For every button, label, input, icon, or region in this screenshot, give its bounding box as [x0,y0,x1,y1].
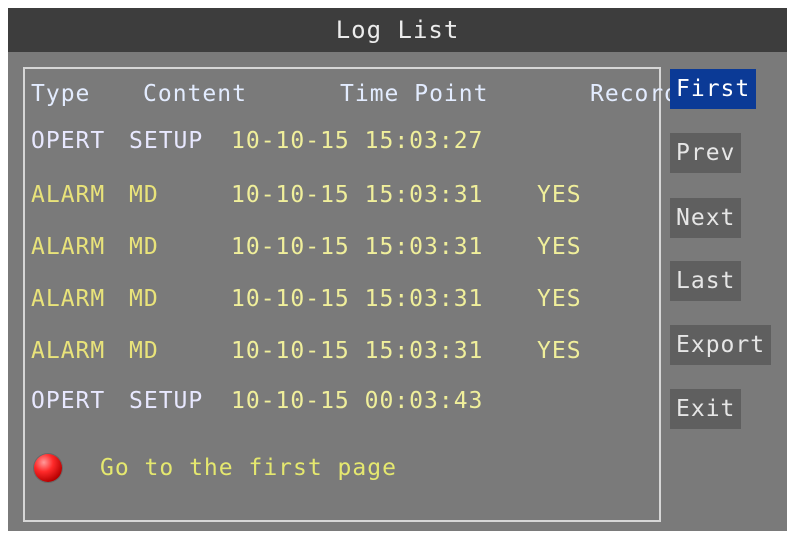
row-type: ALARM [31,338,106,364]
row-content: SETUP [129,388,204,414]
header-type: Type [31,81,91,107]
row-content: MD [129,286,159,312]
row-record: YES [537,234,582,260]
row-type: OPERT [31,388,106,414]
row-type: ALARM [31,182,106,208]
header-content: Content [143,81,247,107]
row-content: MD [129,182,159,208]
row-time: 10-10-15 15:03:27 [231,128,484,154]
prev-button[interactable]: Prev [670,133,742,173]
row-record: YES [537,338,582,364]
next-button[interactable]: Next [670,198,742,238]
row-content: MD [129,338,159,364]
row-record: YES [537,286,582,312]
row-record: YES [537,182,582,208]
first-button[interactable]: First [670,69,757,109]
row-content: SETUP [129,128,204,154]
row-type: ALARM [31,286,106,312]
header-record: Record [590,81,680,107]
row-time: 10-10-15 15:03:31 [231,182,484,208]
red-dot-icon [34,454,62,482]
row-time: 10-10-15 15:03:31 [231,286,484,312]
window-title: Log List [8,8,787,52]
export-button[interactable]: Export [670,325,772,365]
row-time: 10-10-15 15:03:31 [231,234,484,260]
row-type: ALARM [31,234,106,260]
last-button[interactable]: Last [670,261,742,301]
status-text: Go to the first page [100,455,397,481]
exit-button[interactable]: Exit [670,389,742,429]
row-time: 10-10-15 00:03:43 [231,388,484,414]
row-type: OPERT [31,128,106,154]
log-list-screen: Log List Type Content Time Point Record … [8,8,787,531]
row-time: 10-10-15 15:03:31 [231,338,484,364]
header-time-point: Time Point [340,81,489,107]
row-content: MD [129,234,159,260]
